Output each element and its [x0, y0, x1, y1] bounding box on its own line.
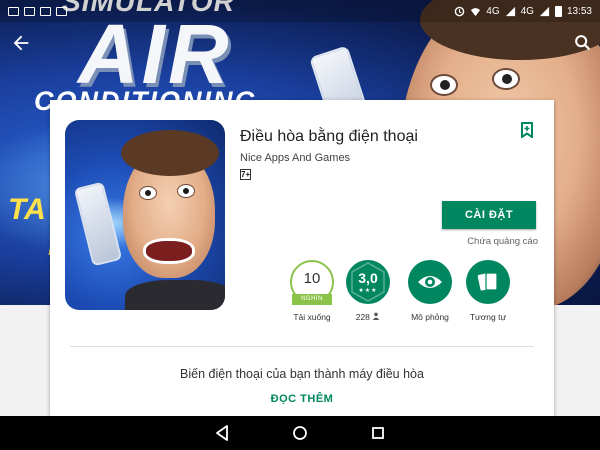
notification-icon — [56, 6, 67, 16]
screenshot-icon — [40, 6, 51, 16]
app-icon-eye-left — [139, 186, 157, 200]
app-icon-eye-right — [177, 184, 195, 198]
rating-count: 228 — [355, 312, 370, 322]
rating-count-label: 228 — [340, 312, 396, 322]
network-type-2: 4G — [520, 5, 534, 17]
app-title: Điều hòa bằng điện thoại — [240, 128, 418, 145]
simulation-badge — [408, 260, 452, 304]
person-icon — [373, 312, 380, 320]
wishlist-button[interactable] — [520, 122, 534, 139]
banner-eye-right — [492, 68, 520, 90]
nav-back-button[interactable] — [212, 423, 232, 443]
content-rating-badge: 7+ — [240, 169, 251, 180]
app-details-card: Điều hòa bằng điện thoại Nice Apps And G… — [50, 100, 554, 416]
rating-value: 3,0 — [358, 270, 378, 286]
arrow-back-icon — [13, 35, 29, 51]
simulation-label: Mô phỏng — [411, 312, 449, 322]
gallery-icon — [8, 6, 19, 16]
back-button[interactable] — [10, 32, 32, 54]
app-icon-mouth — [143, 238, 195, 264]
status-bar: 4G 4G 13:53 — [0, 0, 600, 22]
downloads-stat[interactable]: 10 NGHÌN Tải xuống — [284, 260, 340, 322]
similar-label: Tương tự — [469, 312, 507, 322]
similar-apps[interactable]: Tương tự — [460, 260, 516, 322]
search-button[interactable] — [572, 32, 594, 54]
rating-stars: ★★★ — [358, 288, 378, 294]
search-icon — [575, 35, 591, 51]
system-nav-bar — [0, 416, 600, 450]
contains-ads-note: Chứa quảng cáo — [467, 236, 538, 247]
nav-recents-button[interactable] — [368, 423, 388, 443]
battery-icon — [554, 5, 562, 17]
image-icon — [24, 6, 35, 16]
rating-stat[interactable]: 3,0 ★★★ 228 — [340, 260, 396, 322]
banner-eye-left — [430, 74, 458, 96]
alarm-icon — [454, 6, 465, 16]
circle-home-icon — [293, 426, 307, 440]
signal-icon-1 — [505, 6, 515, 16]
signal-icon-2 — [539, 6, 550, 16]
short-description: Biến điện thoại của bạn thành máy điều h… — [180, 367, 424, 381]
rating-badge: 3,0 ★★★ — [346, 260, 390, 304]
downloads-value: 10 — [303, 270, 321, 287]
downloads-badge: 10 NGHÌN — [290, 260, 334, 305]
status-system: 4G 4G 13:53 — [454, 5, 592, 17]
nav-home-button[interactable] — [290, 423, 310, 443]
downloads-unit: NGHÌN — [292, 294, 332, 305]
downloads-label: Tải xuống — [293, 312, 331, 322]
simulation-category[interactable]: Mô phỏng — [402, 260, 458, 322]
network-type-1: 4G — [486, 5, 500, 17]
similar-apps-icon — [477, 272, 498, 291]
clock: 13:53 — [566, 5, 592, 17]
similar-badge — [466, 260, 510, 304]
app-icon-shirt — [125, 280, 225, 310]
triangle-back-icon — [216, 425, 228, 441]
status-notifications — [8, 6, 67, 16]
section-divider — [70, 346, 534, 347]
install-button[interactable]: CÀI ĐẶT — [442, 201, 536, 229]
bookmark-add-icon — [521, 122, 533, 139]
wifi-icon — [471, 7, 481, 16]
square-recents-icon — [372, 427, 384, 439]
app-icon — [65, 120, 225, 310]
developer-link[interactable]: Nice Apps And Games — [240, 152, 350, 164]
eye-icon — [418, 276, 442, 288]
app-icon-hair — [121, 130, 219, 176]
read-more-link[interactable]: ĐỌC THÊM — [50, 393, 554, 405]
